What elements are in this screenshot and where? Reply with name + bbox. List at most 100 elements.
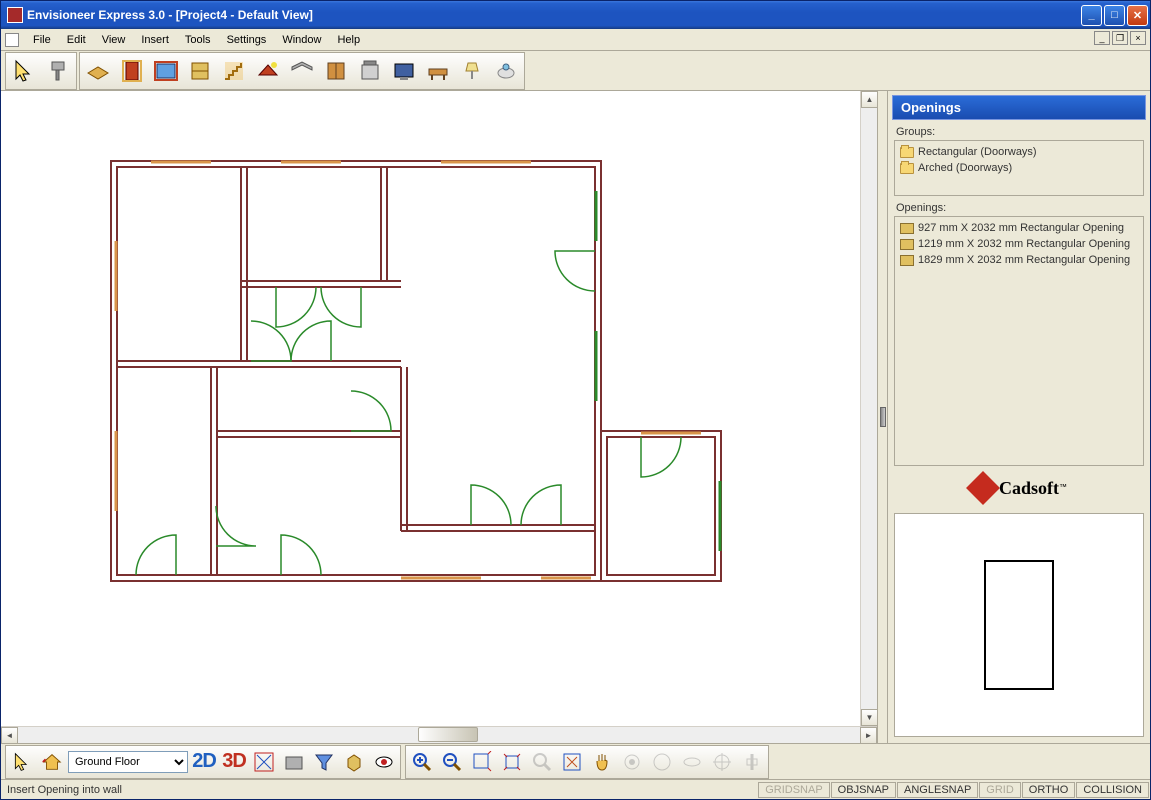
- window-button[interactable]: [150, 55, 182, 87]
- preview-pane: [894, 513, 1144, 737]
- paint-tool-button[interactable]: [42, 55, 74, 87]
- canvas-area: ▲ ▼ ◄ ►: [1, 91, 877, 743]
- splitter-handle-icon: [880, 407, 886, 427]
- dynamic-view-button[interactable]: [250, 748, 278, 776]
- titlebar[interactable]: Envisioneer Express 3.0 - [Project4 - De…: [1, 1, 1150, 29]
- group-label: Arched (Doorways): [918, 162, 1012, 174]
- wall-button[interactable]: [82, 55, 114, 87]
- zoom-in-button[interactable]: [408, 748, 436, 776]
- furniture-button[interactable]: [422, 55, 454, 87]
- scroll-thumb[interactable]: [418, 727, 478, 742]
- cabinet-button[interactable]: [320, 55, 352, 87]
- status-objsnap[interactable]: OBJSNAP: [831, 782, 896, 798]
- opening-label: 927 mm X 2032 mm Rectangular Opening: [918, 222, 1124, 234]
- panel-title: Openings: [892, 95, 1146, 120]
- statusbar: Insert Opening into wall GRIDSNAPOBJSNAP…: [1, 779, 1150, 799]
- target-button[interactable]: [708, 748, 736, 776]
- content-area: ▲ ▼ ◄ ► Openings Groups: Rectangular (Do…: [1, 91, 1150, 743]
- scroll-left-button[interactable]: ◄: [1, 727, 18, 744]
- view-3d-button[interactable]: 3D: [220, 748, 248, 776]
- pan-button[interactable]: [588, 748, 616, 776]
- app-icon: [7, 7, 23, 23]
- opening-icon: [900, 255, 914, 266]
- menu-file[interactable]: File: [25, 32, 59, 48]
- menu-window[interactable]: Window: [274, 32, 329, 48]
- mdi-minimize-button[interactable]: _: [1094, 31, 1110, 45]
- brand-diamond-icon: [966, 471, 1000, 505]
- horizontal-scrollbar[interactable]: ◄ ►: [1, 726, 877, 743]
- stairs-button[interactable]: [218, 55, 250, 87]
- wall-panel-button[interactable]: [184, 55, 216, 87]
- status-collision[interactable]: COLLISION: [1076, 782, 1149, 798]
- catalog-panel: Openings Groups: Rectangular (Doorways) A…: [887, 91, 1150, 743]
- menu-tools[interactable]: Tools: [177, 32, 219, 48]
- opening-item[interactable]: 1829 mm X 2032 mm Rectangular Opening: [898, 252, 1140, 268]
- opening-item[interactable]: 927 mm X 2032 mm Rectangular Opening: [898, 220, 1140, 236]
- brand-tm: ™: [1059, 482, 1067, 491]
- view-toolbar: Ground Floor 2D 3D: [1, 743, 1150, 779]
- group-item[interactable]: Rectangular (Doorways): [898, 144, 1140, 160]
- zoom-extents-button[interactable]: [498, 748, 526, 776]
- mdi-restore-button[interactable]: ❐: [1112, 31, 1128, 45]
- zoom-previous-button[interactable]: [558, 748, 586, 776]
- close-button[interactable]: ✕: [1127, 5, 1148, 26]
- maximize-button[interactable]: □: [1104, 5, 1125, 26]
- orbit-button[interactable]: [618, 748, 646, 776]
- zoom-realtime-button[interactable]: [528, 748, 556, 776]
- group-item[interactable]: Arched (Doorways): [898, 160, 1140, 176]
- select-tool-button[interactable]: [8, 55, 40, 87]
- zoom-out-button[interactable]: [438, 748, 466, 776]
- appliance-button[interactable]: [354, 55, 386, 87]
- opening-label: 1219 mm X 2032 mm Rectangular Opening: [918, 238, 1130, 250]
- openings-label: Openings:: [888, 200, 1150, 216]
- filter-button[interactable]: [310, 748, 338, 776]
- menu-insert[interactable]: Insert: [133, 32, 177, 48]
- render-button[interactable]: [280, 748, 308, 776]
- groups-label: Groups:: [888, 124, 1150, 140]
- box-view-button[interactable]: [340, 748, 368, 776]
- walk-button[interactable]: [648, 748, 676, 776]
- menu-settings[interactable]: Settings: [219, 32, 275, 48]
- menubar: FileEditViewInsertToolsSettingsWindowHel…: [1, 29, 1150, 51]
- height-button[interactable]: [738, 748, 766, 776]
- scroll-up-button[interactable]: ▲: [861, 91, 878, 108]
- menu-help[interactable]: Help: [329, 32, 368, 48]
- zoom-window-button[interactable]: [468, 748, 496, 776]
- brand-area: Cadsoft™: [894, 476, 1144, 503]
- brand-name: Cadsoft: [999, 478, 1059, 498]
- groups-list: Rectangular (Doorways) Arched (Doorways): [894, 140, 1144, 196]
- eye-button[interactable]: [370, 748, 398, 776]
- window-title: Envisioneer Express 3.0 - [Project4 - De…: [27, 8, 1081, 22]
- app-window: Envisioneer Express 3.0 - [Project4 - De…: [0, 0, 1151, 800]
- menu-edit[interactable]: Edit: [59, 32, 94, 48]
- lamp-button[interactable]: [456, 55, 488, 87]
- panel-splitter[interactable]: [877, 91, 887, 743]
- scroll-right-button[interactable]: ►: [860, 727, 877, 744]
- floor-select[interactable]: Ground Floor: [68, 751, 188, 773]
- status-gridsnap[interactable]: GRIDSNAP: [758, 782, 829, 798]
- fly-button[interactable]: [678, 748, 706, 776]
- view-2d-button[interactable]: 2D: [190, 748, 218, 776]
- openings-list: 927 mm X 2032 mm Rectangular Opening 1219…: [894, 216, 1144, 466]
- vertical-scrollbar[interactable]: ▲ ▼: [860, 91, 877, 726]
- scroll-down-button[interactable]: ▼: [861, 709, 878, 726]
- status-anglesnap[interactable]: ANGLESNAP: [897, 782, 978, 798]
- minimize-button[interactable]: _: [1081, 5, 1102, 26]
- mdi-close-button[interactable]: ×: [1130, 31, 1146, 45]
- roof-wizard-button[interactable]: [252, 55, 284, 87]
- select-button[interactable]: [8, 748, 36, 776]
- ceiling-button[interactable]: [286, 55, 318, 87]
- drawing-canvas[interactable]: [1, 91, 860, 726]
- folder-icon: [900, 163, 914, 174]
- opening-label: 1829 mm X 2032 mm Rectangular Opening: [918, 254, 1130, 266]
- home-view-button[interactable]: [38, 748, 66, 776]
- status-grid[interactable]: GRID: [979, 782, 1021, 798]
- status-ortho[interactable]: ORTHO: [1022, 782, 1076, 798]
- menu-view[interactable]: View: [94, 32, 134, 48]
- opening-icon: [900, 239, 914, 250]
- tv-button[interactable]: [388, 55, 420, 87]
- door-button[interactable]: [116, 55, 148, 87]
- fixture-button[interactable]: [490, 55, 522, 87]
- floor-plan-drawing: [101, 151, 741, 611]
- opening-item[interactable]: 1219 mm X 2032 mm Rectangular Opening: [898, 236, 1140, 252]
